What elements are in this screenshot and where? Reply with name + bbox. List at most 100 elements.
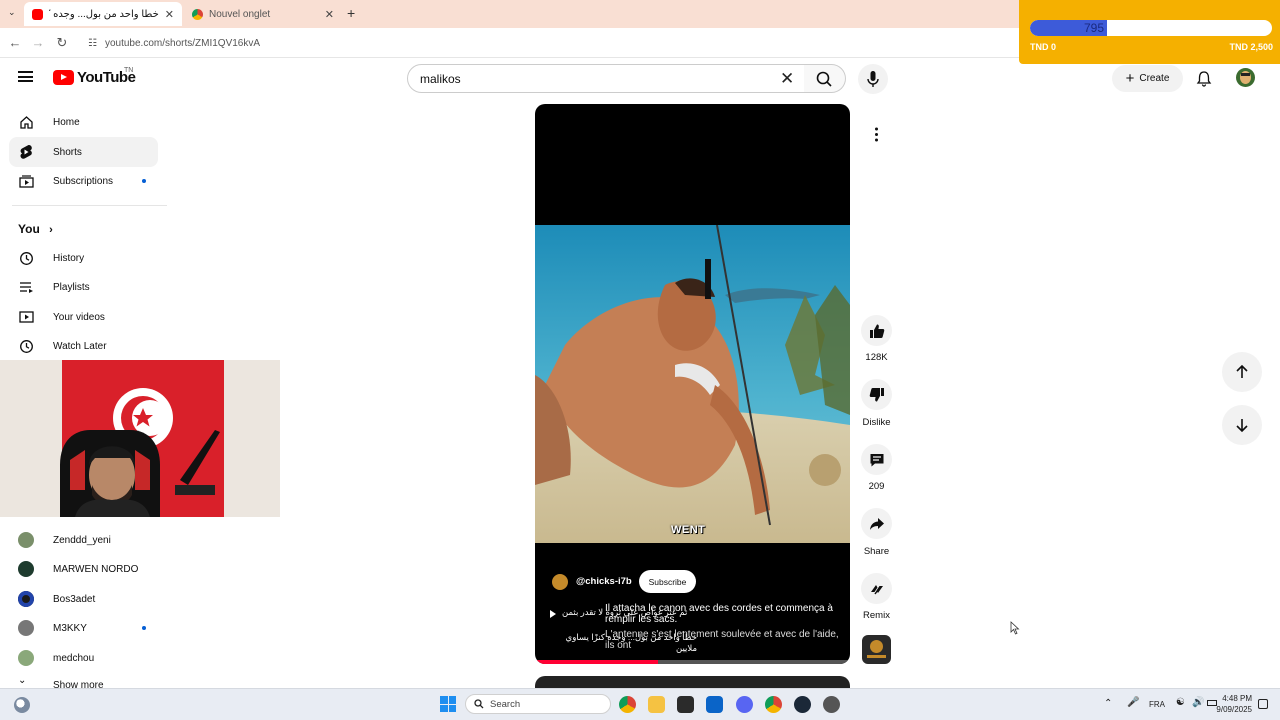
like-button[interactable] [861, 315, 892, 346]
you-section-header[interactable]: You › [18, 222, 53, 236]
play-icon[interactable] [550, 610, 556, 618]
avatar [18, 561, 34, 577]
comments-count: 209 [868, 481, 885, 492]
channel-handle[interactable]: @chicks-i7b [576, 576, 632, 587]
like-count: 128K [865, 352, 888, 363]
create-label: Create [1139, 73, 1170, 84]
tab-close-icon[interactable]: ✕ [325, 8, 334, 21]
taskbar-search-label: Search [490, 698, 521, 710]
sidebar-item-playlists[interactable]: Playlists [9, 272, 158, 302]
channel-item-medchou[interactable]: medchou [18, 647, 168, 669]
tray-overflow-chevron-icon[interactable]: ⌃ [1104, 698, 1112, 709]
microphone-tray-icon[interactable]: 🎤 [1127, 697, 1139, 708]
steam-icon[interactable] [794, 696, 811, 713]
sidebar-item-home[interactable]: Home [9, 107, 158, 137]
sidebar-item-history[interactable]: History [9, 243, 158, 273]
sidebar-item-label: Playlists [53, 281, 90, 293]
watch-later-icon [18, 338, 34, 354]
clear-search-icon[interactable]: ✕ [780, 70, 794, 87]
donation-min-label: TND 0 [1030, 42, 1057, 52]
show-more-button[interactable]: ⌄ Show more [18, 677, 168, 688]
new-content-dot [142, 626, 146, 630]
notifications-bell-icon[interactable] [1196, 70, 1212, 92]
voice-search-button[interactable] [858, 64, 888, 94]
plus-icon: + [1125, 70, 1135, 87]
your-videos-icon [18, 309, 34, 325]
new-tab-button[interactable]: + [347, 5, 355, 21]
widgets-icon[interactable] [14, 697, 30, 713]
channel-name: Zenddd_yeni [53, 534, 111, 546]
share-label: Share [863, 546, 890, 557]
clock-date[interactable]: 9/09/2025 [1210, 705, 1252, 714]
tab-close-icon[interactable]: ✕ [165, 8, 174, 21]
webcam-feed-image [0, 360, 280, 517]
show-more-label: Show more [53, 680, 104, 688]
volume-icon[interactable]: 🔊 [1192, 697, 1204, 708]
channel-item-marwen-nordo[interactable]: MARWEN NORDO [18, 558, 168, 580]
language-indicator[interactable]: FRA [1149, 700, 1165, 709]
audio-source-thumbnail[interactable] [862, 635, 891, 664]
create-button[interactable]: + Create [1112, 65, 1183, 92]
short-video-frame [535, 225, 850, 543]
short-video-player[interactable]: WENT @chicks-i7b Subscribe ثم عثر غواص ع… [535, 104, 850, 664]
discord-icon[interactable] [736, 696, 753, 713]
tab-youtube-short[interactable]: خطأ واحد من بول... وجده كنز ✕ [24, 2, 182, 26]
dislike-button[interactable] [861, 379, 892, 410]
shorts-icon [18, 144, 34, 160]
next-short-preview[interactable] [535, 676, 850, 688]
channel-avatar[interactable] [552, 574, 568, 590]
remix-label: Remix [863, 610, 890, 621]
remix-button[interactable] [861, 573, 892, 604]
remix-icon [870, 584, 883, 594]
sidebar-item-shorts[interactable]: Shorts [9, 137, 158, 167]
subscribe-button[interactable]: Subscribe [639, 570, 696, 593]
dislike-label: Dislike [862, 417, 891, 428]
account-avatar[interactable] [1236, 68, 1255, 87]
start-windows-icon[interactable] [440, 696, 456, 712]
search-button[interactable] [804, 64, 846, 93]
tab-list-chevron-icon[interactable]: ⌄ [8, 7, 16, 18]
chrome-favicon-icon [192, 8, 203, 20]
search-input[interactable]: malikos [407, 64, 805, 93]
chrome-active-taskbar-icon[interactable] [765, 696, 782, 713]
comments-button[interactable] [861, 444, 892, 475]
country-code: TN [124, 67, 134, 74]
sidebar-item-label: Your videos [53, 311, 105, 323]
url-text: youtube.com/shorts/ZMI1QV16kvA [104, 37, 261, 49]
video-progress-bar[interactable] [535, 660, 850, 664]
streamer-webcam-overlay [0, 360, 280, 517]
mouse-cursor-icon [1010, 621, 1020, 640]
forward-arrow-icon[interactable]: → [30, 35, 46, 50]
reload-icon[interactable]: ↻ [54, 35, 70, 51]
channel-item-m3kky[interactable]: M3KKY [18, 617, 168, 639]
outlook-icon[interactable] [706, 696, 723, 713]
thumbs-up-icon [869, 324, 884, 338]
share-button[interactable] [861, 508, 892, 539]
channel-item-bos3adet[interactable]: Bos3adet [18, 588, 168, 610]
youtube-logo-icon[interactable] [53, 70, 74, 85]
sidebar-item-your-videos[interactable]: Your videos [9, 302, 158, 332]
taskbar-search-box[interactable]: Search [465, 694, 611, 714]
donation-progress-bar: 795 [1030, 20, 1272, 36]
clock-time[interactable]: 4:48 PM [1222, 694, 1252, 703]
sidebar-item-label: History [53, 252, 85, 264]
more-options-button[interactable] [861, 119, 892, 150]
tab-new-tab[interactable]: Nouvel onglet ✕ [184, 2, 342, 26]
hamburger-menu-icon[interactable] [18, 71, 33, 82]
next-short-button[interactable] [1222, 405, 1262, 445]
site-info-icon[interactable]: ☷ [88, 38, 97, 49]
app-taskbar-icon[interactable] [823, 696, 840, 713]
channel-item-zenddd[interactable]: Zenddd_yeni [18, 529, 168, 551]
wifi-icon[interactable]: ☯ [1176, 697, 1185, 708]
previous-short-button[interactable] [1222, 352, 1262, 392]
live-caption-line-2: L'antenne s'est lentement soulevée et av… [605, 629, 839, 651]
notification-center-icon[interactable] [1258, 699, 1268, 709]
back-arrow-icon[interactable]: ← [7, 35, 23, 50]
file-explorer-icon[interactable] [648, 696, 665, 713]
chrome-taskbar-icon[interactable] [619, 696, 636, 713]
sidebar-item-subscriptions[interactable]: Subscriptions [9, 166, 158, 196]
store-icon[interactable] [677, 696, 694, 713]
sidebar-item-watch-later[interactable]: Watch Later [9, 331, 158, 361]
url-field[interactable]: ☷ youtube.com/shorts/ZMI1QV16kvA [82, 32, 1012, 54]
arrow-down-icon [1236, 419, 1248, 433]
